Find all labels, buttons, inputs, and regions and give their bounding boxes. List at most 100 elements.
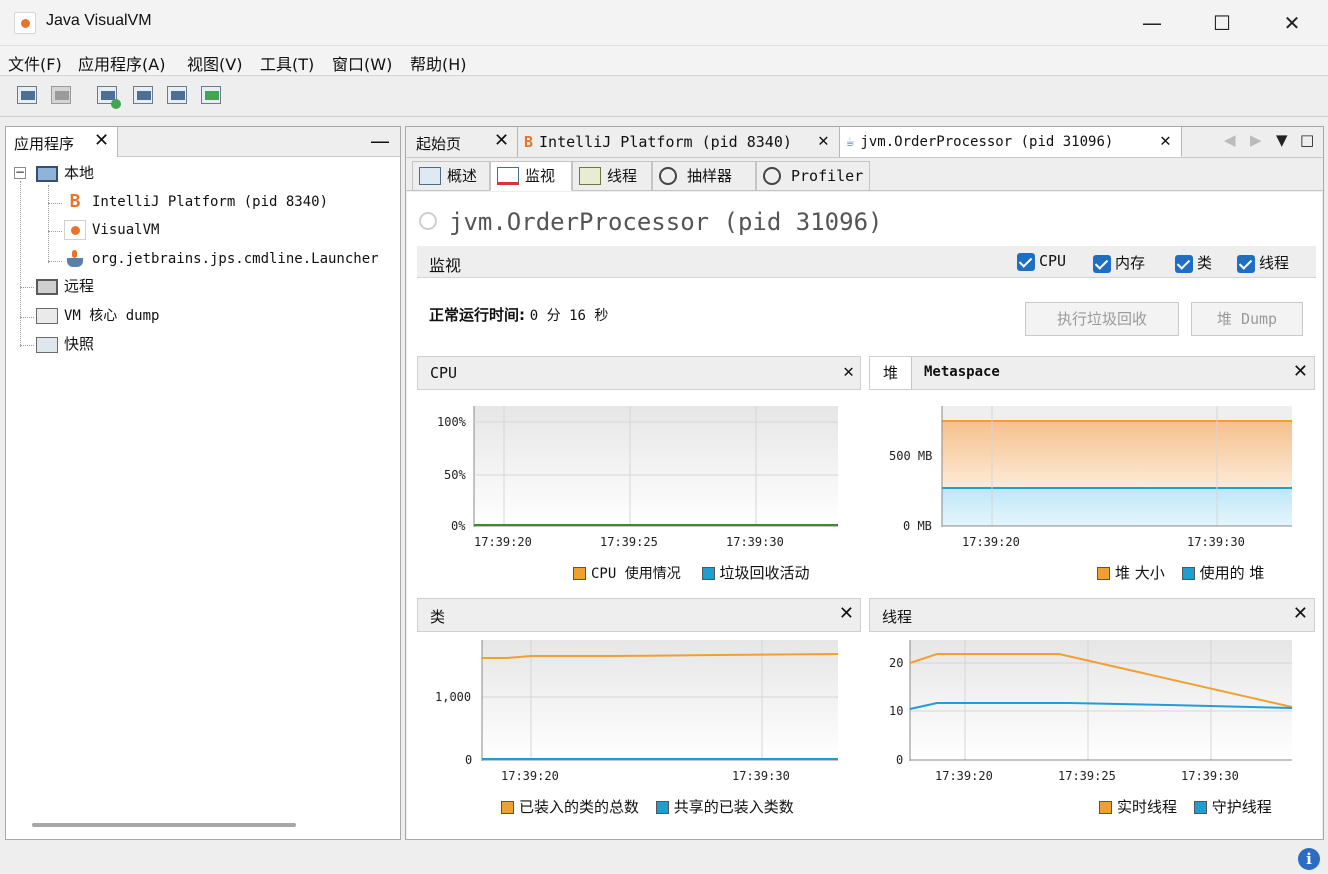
- toolbar: [0, 77, 1328, 117]
- tab-intellij-label: IntelliJ Platform (pid 8340): [539, 133, 792, 151]
- close-window-button[interactable]: ✕: [1272, 8, 1312, 38]
- add-jmx-connection-icon[interactable]: [94, 82, 122, 110]
- checkbox-checked-icon: [1017, 252, 1035, 271]
- heap-legend: 堆 大小 使用的 堆: [1097, 562, 1264, 583]
- menu-tools[interactable]: 工具(T): [260, 51, 314, 75]
- computer-icon: [36, 165, 58, 182]
- maximize-icon[interactable]: □: [1300, 131, 1314, 149]
- visualvm-icon: [64, 220, 86, 240]
- close-icon[interactable]: ✕: [1293, 603, 1308, 624]
- collapse-icon[interactable]: −: [14, 166, 26, 179]
- info-icon[interactable]: i: [1298, 848, 1320, 870]
- minimize-button[interactable]: —: [1132, 8, 1172, 38]
- tab-start-page[interactable]: 起始页 ✕: [406, 127, 518, 157]
- close-icon[interactable]: ✕: [818, 130, 829, 151]
- subtab-overview-label: 概述: [447, 167, 478, 185]
- legend-swatch: [573, 567, 586, 580]
- classes-chart: 1,000 0 17:39:20 17:39:30: [435, 640, 839, 783]
- threads-icon: [579, 167, 601, 185]
- subtab-threads[interactable]: 线程: [572, 161, 652, 191]
- uptime-value: 0 分 16 秒: [529, 308, 609, 324]
- legend-swatch: [1181, 567, 1195, 580]
- monitor-content: jvm.OrderProcessor (pid 31096) 监视 CPU 内存…: [407, 192, 1322, 839]
- tree-item-local[interactable]: 本地: [36, 160, 94, 186]
- menu-file[interactable]: 文件(F): [8, 51, 62, 75]
- legend-swatch: [1193, 801, 1207, 814]
- subtab-threads-label: 线程: [607, 167, 638, 185]
- coredump-icon: [36, 308, 58, 324]
- tree-item-vm-coredump[interactable]: VM 核心 dump: [36, 303, 159, 329]
- subtab-profiler-label: Profiler: [791, 167, 864, 185]
- close-icon[interactable]: ✕: [1293, 361, 1308, 382]
- add-remote-host-icon[interactable]: [130, 82, 158, 110]
- perform-gc-button[interactable]: 执行垃圾回收: [1025, 302, 1179, 336]
- close-icon[interactable]: ✕: [494, 130, 509, 151]
- subtab-overview[interactable]: 概述: [412, 161, 490, 191]
- used-heap-area: [942, 488, 1292, 526]
- maximize-button[interactable]: ☐: [1202, 8, 1242, 38]
- tab-metaspace[interactable]: Metaspace: [924, 364, 1000, 380]
- load-snapshot-icon[interactable]: [14, 82, 42, 110]
- tab-intellij[interactable]: B IntelliJ Platform (pid 8340) ✕: [518, 127, 840, 157]
- close-icon[interactable]: ✕: [94, 130, 109, 151]
- uptime: 正常运行时间: 0 分 16 秒: [429, 304, 608, 325]
- visualvm-app-icon: [14, 12, 36, 34]
- checkbox-classes[interactable]: 类: [1175, 252, 1212, 273]
- tab-heap[interactable]: 堆: [870, 357, 912, 389]
- scroll-right-icon[interactable]: ▶: [1250, 131, 1262, 149]
- threads-panel-title: 线程: [882, 608, 913, 626]
- monitor-section-bar: 监视 CPU 内存 类 线程: [417, 246, 1316, 278]
- x-tick-label: 17:39:30: [1187, 535, 1245, 549]
- tree-item-visualvm[interactable]: VisualVM: [64, 217, 159, 243]
- classes-panel-header: 类 ✕: [417, 598, 861, 632]
- legend-label: 守护线程: [1211, 798, 1272, 816]
- menu-window[interactable]: 窗口(W): [332, 51, 392, 75]
- x-tick-label: 17:39:30: [732, 769, 790, 783]
- close-icon[interactable]: ✕: [1160, 130, 1171, 151]
- close-icon[interactable]: ✕: [843, 361, 854, 382]
- horizontal-scrollbar[interactable]: [32, 823, 296, 827]
- tree-item-intellij[interactable]: B IntelliJ Platform (pid 8340): [64, 189, 328, 215]
- add-vm-coredump-icon[interactable]: [164, 82, 192, 110]
- tree-item-remote[interactable]: 远程: [36, 273, 94, 299]
- load-snapshot-green-icon[interactable]: [198, 82, 226, 110]
- subtab-sampler-label: 抽样器: [687, 167, 733, 185]
- x-tick-label: 17:39:20: [935, 769, 993, 783]
- intellij-icon: B: [69, 191, 81, 212]
- y-tick-label: 0: [465, 753, 472, 767]
- tree-item-vm-coredump-label: VM 核心 dump: [64, 308, 160, 324]
- checkbox-cpu[interactable]: CPU: [1017, 252, 1066, 271]
- x-tick-label: 17:39:20: [474, 535, 532, 549]
- sampler-icon: [659, 167, 677, 185]
- y-tick-label: 50%: [444, 468, 466, 482]
- menu-view[interactable]: 视图(V): [187, 51, 242, 75]
- minimize-panel-icon[interactable]: —: [370, 129, 390, 153]
- legend-swatch: [1099, 801, 1112, 814]
- tab-list-icon[interactable]: ▼: [1276, 131, 1288, 149]
- status-bar: i: [0, 846, 1328, 874]
- intellij-icon: B: [524, 133, 534, 151]
- tab-order-processor[interactable]: ☕ jvm.OrderProcessor (pid 31096) ✕: [840, 127, 1182, 157]
- y-tick-label: 0%: [451, 519, 466, 533]
- save-icon[interactable]: [48, 82, 76, 110]
- subtab-monitor[interactable]: 监视: [490, 161, 572, 191]
- checkbox-checked-icon: [1093, 254, 1111, 273]
- heap-chart: 500 MB 0 MB 17:39:20 17:39:30: [889, 406, 1292, 549]
- checkbox-threads[interactable]: 线程: [1237, 252, 1289, 273]
- tree-item-jps-launcher[interactable]: org.jetbrains.jps.cmdline.Launcher: [64, 246, 379, 272]
- subtab-profiler[interactable]: Profiler: [756, 161, 870, 191]
- menu-help[interactable]: 帮助(H): [410, 51, 467, 75]
- scroll-left-icon[interactable]: ◀: [1224, 131, 1236, 149]
- overview-icon: [419, 167, 441, 185]
- legend-label: 已装入的类的总数: [519, 798, 640, 816]
- heap-dump-button[interactable]: 堆 Dump: [1191, 302, 1303, 336]
- threads-chart: 20 10 0 17:39:20 17:39:25 17:39:30: [889, 640, 1293, 783]
- tree-item-snapshots[interactable]: 快照: [36, 331, 94, 357]
- y-tick-label: 20: [889, 656, 903, 670]
- menu-applications[interactable]: 应用程序(A): [78, 51, 165, 75]
- checkbox-memory-label: 内存: [1115, 254, 1146, 272]
- checkbox-memory[interactable]: 内存: [1093, 252, 1145, 273]
- tab-applications[interactable]: 应用程序 ✕: [6, 127, 118, 157]
- subtab-sampler[interactable]: 抽样器: [652, 161, 756, 191]
- close-icon[interactable]: ✕: [839, 603, 854, 624]
